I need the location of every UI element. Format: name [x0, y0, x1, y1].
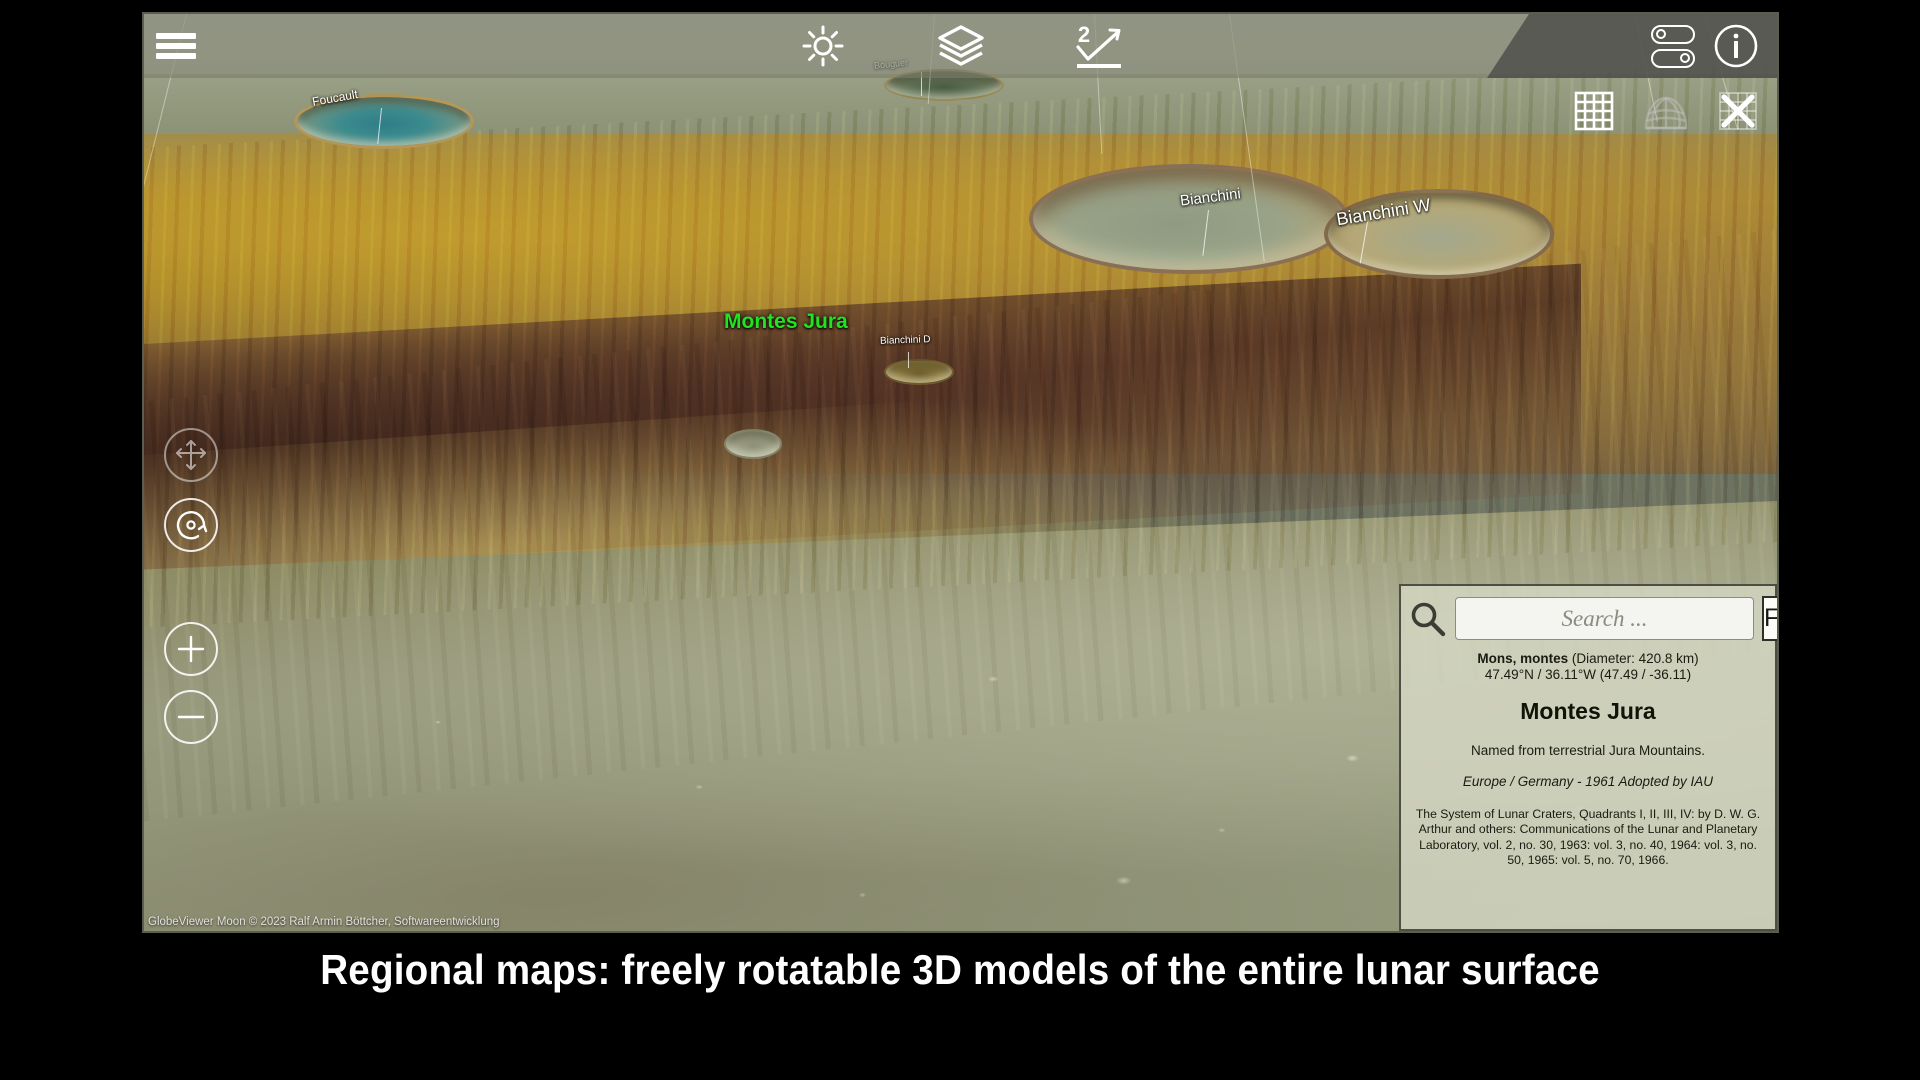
- feature-diameter: (Diameter: 420.8 km): [1572, 651, 1699, 666]
- find-button[interactable]: Find: [1762, 596, 1779, 641]
- grid-off-button[interactable]: [1713, 86, 1763, 136]
- feature-adoption-text: Europe / Germany - 1961 Adopted by IAU: [1409, 774, 1767, 789]
- search-icon-wrap[interactable]: [1409, 597, 1447, 641]
- crater-bianchini-d: [884, 359, 954, 385]
- feature-info-panel: Find Mons, montes (Diameter: 420.8 km) 4…: [1399, 584, 1777, 931]
- map-mode-toolbar: [1569, 78, 1763, 144]
- map-window: Foucault Bouguer Bianchini Bianchini W B…: [142, 12, 1779, 933]
- globe-grid-icon: [1641, 88, 1691, 134]
- search-row: Find: [1409, 596, 1767, 641]
- slide-caption: Regional maps: freely rotatable 3D model…: [77, 946, 1843, 993]
- crater-unnamed-small: [724, 429, 782, 459]
- globe-grid-button[interactable]: [1641, 86, 1691, 136]
- grid-off-icon: [1716, 89, 1760, 133]
- pan-icon: [173, 437, 209, 473]
- map-navigation-controls: [164, 428, 218, 744]
- grid-icon: [1573, 90, 1615, 132]
- rotate-button[interactable]: [164, 498, 218, 552]
- layers-icon: [937, 23, 985, 69]
- info-icon: [1713, 23, 1759, 69]
- screenshot-root: Foucault Bouguer Bianchini Bianchini W B…: [0, 0, 1920, 1080]
- info-button[interactable]: [1709, 19, 1763, 73]
- feature-type-label: Mons, montes: [1477, 651, 1568, 666]
- feature-name-heading: Montes Jura: [1409, 698, 1767, 725]
- feature-reference-text: The System of Lunar Craters, Quadrants I…: [1409, 807, 1767, 869]
- hamburger-menu-button[interactable]: [144, 14, 208, 78]
- exaggeration-icon: 2: [1072, 21, 1126, 71]
- svg-text:2: 2: [1077, 22, 1089, 47]
- toggle-switch-on-icon[interactable]: [1651, 49, 1695, 68]
- toolbar-right-group: [1651, 14, 1763, 78]
- zoom-in-button[interactable]: [164, 622, 218, 676]
- plus-icon: [174, 632, 208, 666]
- crater-bianchini-w: [1324, 189, 1554, 279]
- layers-button[interactable]: [934, 19, 988, 73]
- copyright-notice: GlobeViewer Moon © 2023 Ralf Armin Böttc…: [148, 916, 500, 928]
- toggle-switch-off-icon[interactable]: [1651, 25, 1695, 44]
- vertical-exaggeration-button[interactable]: 2: [1072, 19, 1126, 73]
- pan-button[interactable]: [164, 428, 218, 482]
- sun-icon: [801, 24, 845, 68]
- feature-coordinates: 47.49°N / 36.11°W (47.49 / -36.11): [1409, 667, 1767, 684]
- magnifier-icon: [1409, 600, 1447, 638]
- hamburger-menu-icon: [156, 29, 196, 63]
- lighting-button[interactable]: [796, 19, 850, 73]
- toggle-switch-group: [1651, 25, 1695, 68]
- zoom-out-button[interactable]: [164, 690, 218, 744]
- crater-bianchini: [1029, 164, 1349, 274]
- feature-origin-text: Named from terrestrial Jura Mountains.: [1409, 743, 1767, 758]
- flat-grid-button[interactable]: [1569, 86, 1619, 136]
- feature-type-line: Mons, montes (Diameter: 420.8 km): [1409, 651, 1767, 667]
- top-toolbar: 2: [144, 14, 1777, 78]
- crater-foucault: [294, 94, 474, 149]
- search-input[interactable]: [1455, 597, 1754, 640]
- toolbar-center-group: 2: [796, 19, 1126, 73]
- rotate-icon: [171, 505, 211, 545]
- label-leader-line: [908, 352, 909, 368]
- minus-icon: [174, 700, 208, 734]
